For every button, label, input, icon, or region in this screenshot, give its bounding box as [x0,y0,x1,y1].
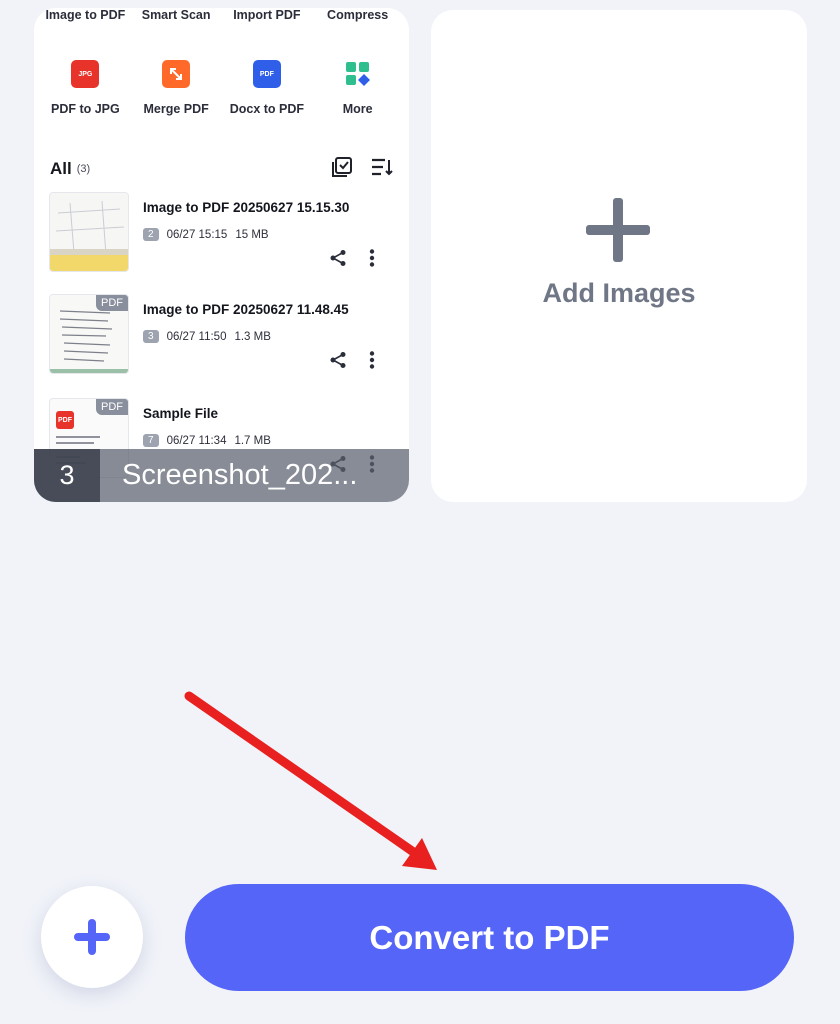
screenshot-preview-card[interactable]: Image to PDF Smart Scan Import PDF Compr… [34,8,409,502]
page-count-badge: 3 [143,330,159,343]
tool-smart-scan[interactable]: Smart Scan [132,8,220,22]
image-index: 3 [34,449,100,502]
add-images-card[interactable]: Add Images [431,10,807,502]
docx-icon: PDF [252,60,281,88]
tool-label: Image to PDF [45,8,126,22]
all-count: (3) [76,163,91,175]
file-meta: 2 06/27 15:15 15 MB [143,228,269,241]
file-meta: 7 06/27 11:34 1.7 MB [143,434,271,447]
tool-label: More [342,102,373,116]
file-size: 1.3 MB [234,330,271,343]
tool-label: PDF to JPG [50,102,120,116]
file-name: Image to PDF 20250627 15.15.30 [143,200,350,215]
file-thumbnail [49,192,129,272]
tool-docx-to-pdf[interactable]: PDF Docx to PDF [223,60,311,116]
file-size: 15 MB [235,228,269,241]
share-icon[interactable] [329,351,347,374]
tool-label: Docx to PDF [229,102,305,116]
file-date: 06/27 15:15 [166,228,228,241]
pdf-tag: PDF [96,399,128,415]
page-count-badge: 7 [143,434,159,447]
tool-label: Import PDF [233,8,301,22]
more-options-icon[interactable] [369,351,375,374]
tool-label: Smart Scan [141,8,211,22]
plus-icon [586,198,650,262]
all-title: All [50,159,72,178]
file-date: 06/27 11:34 [166,434,227,447]
plus-icon [74,919,110,955]
tools-row-bottom: JPG PDF to JPG Merge PDF PDF Docx to PDF [34,60,409,116]
file-name: Sample File [143,406,219,421]
file-name: Image to PDF 20250627 11.48.45 [143,302,349,317]
image-caption-bar: 3 Screenshot_202... [34,449,409,502]
tool-import-pdf[interactable]: Import PDF [223,8,311,22]
more-options-icon[interactable] [369,249,375,272]
tool-label: Merge PDF [143,102,209,116]
image-filename: Screenshot_202... [122,459,358,491]
tool-pdf-to-jpg[interactable]: JPG PDF to JPG [41,60,129,116]
share-icon[interactable] [329,249,347,272]
sort-icon[interactable] [371,156,393,183]
tool-compress[interactable]: Compress [314,8,402,22]
list-item[interactable]: PDF Image to PDF 20250627 11.48.45 3 06/… [49,294,395,386]
file-thumbnail: PDF [49,294,129,374]
file-date: 06/27 11:50 [166,330,227,343]
merge-icon [162,60,191,88]
list-item[interactable]: Image to PDF 20250627 15.15.30 2 06/27 1… [49,192,395,284]
jpg-icon: JPG [71,60,100,88]
convert-to-pdf-button[interactable]: Convert to PDF [185,884,794,991]
tools-row-top: Image to PDF Smart Scan Import PDF Compr… [34,8,409,22]
tool-merge-pdf[interactable]: Merge PDF [132,60,220,116]
tool-image-to-pdf[interactable]: Image to PDF [41,8,129,22]
pdf-tag: PDF [96,295,128,311]
add-button[interactable] [41,886,143,988]
add-images-label: Add Images [542,278,696,308]
tool-more[interactable]: More [314,60,402,116]
all-files-header: All (3) [50,154,393,184]
tool-label: Compress [327,8,389,22]
page-count-badge: 2 [143,228,159,241]
file-meta: 3 06/27 11:50 1.3 MB [143,330,271,343]
more-grid-icon [344,60,372,88]
select-all-icon[interactable] [331,156,353,183]
file-size: 1.7 MB [234,434,271,447]
